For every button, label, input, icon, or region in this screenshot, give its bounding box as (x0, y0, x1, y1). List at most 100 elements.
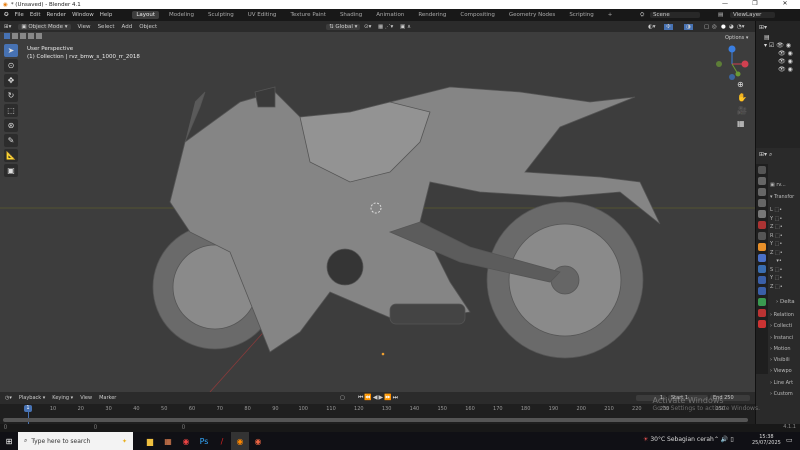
app-red-icon[interactable]: / (213, 432, 231, 450)
scene-tab-icon[interactable] (758, 210, 766, 218)
playhead[interactable]: 1 (24, 405, 32, 412)
minimize-button[interactable]: — (710, 0, 740, 7)
panel-viewport-display[interactable]: › Viewpo (770, 368, 792, 374)
perspective-toggle-icon[interactable]: ▦ (737, 119, 747, 128)
texture-tab-icon[interactable] (758, 320, 766, 328)
view-layer-selector[interactable]: ViewLayer (730, 12, 775, 18)
collection-tab-icon[interactable] (758, 232, 766, 240)
mode-selector[interactable]: ▣ Object Mode ▾ (18, 23, 71, 30)
editor-type-icon[interactable]: ⊞▾ (759, 151, 767, 158)
menu-render[interactable]: Render (46, 12, 66, 18)
menu-object[interactable]: Object (139, 24, 157, 30)
auto-key-icon[interactable]: ▢ (340, 395, 345, 401)
tab-rendering[interactable]: Rendering (414, 11, 450, 19)
panel-motion[interactable]: › Motion (770, 346, 791, 352)
rotate-tool-icon[interactable]: ↻ (4, 89, 18, 102)
menu-keying[interactable]: Keying ▾ (52, 395, 73, 401)
object-row[interactable]: 👁 ◉ (764, 58, 800, 66)
tab-shading[interactable]: Shading (336, 11, 366, 19)
blender-menu-icon[interactable]: ✪ (4, 12, 9, 18)
editor-type-icon[interactable]: ◷▾ (5, 395, 12, 401)
scale-tool-icon[interactable]: ⬚ (4, 104, 18, 117)
maximize-button[interactable]: ❐ (740, 0, 770, 7)
close-button[interactable]: ✕ (770, 0, 800, 7)
constraints-tab-icon[interactable] (758, 287, 766, 295)
overlay-toggle-icon[interactable]: ◑ (684, 23, 693, 30)
navigation-gizmo[interactable] (716, 45, 749, 81)
data-tab-icon[interactable] (758, 298, 766, 306)
particles-tab-icon[interactable] (758, 265, 766, 273)
shading-rendered-icon[interactable]: ◔▾ (737, 24, 745, 30)
measure-tool-icon[interactable]: 📐 (4, 149, 18, 162)
clock[interactable]: 15:38 25/07/2025 (752, 434, 781, 446)
menu-file[interactable]: File (15, 12, 24, 18)
gizmo-toggle-icon[interactable]: ✣ (664, 23, 673, 30)
annotate-tool-icon[interactable]: ✎ (4, 134, 18, 147)
object-row[interactable]: 👁 ◉ (764, 50, 800, 58)
modifiers-tab-icon[interactable] (758, 254, 766, 262)
cursor-tool-icon[interactable]: ⊙ (4, 59, 18, 72)
xray-icon[interactable]: ▢ (704, 24, 709, 30)
transform-fields[interactable]: L ⬚• Y ⬚• Z ⬚• R ⬚• Y ⬚• Z ⬚• ▾• S ⬚• Y … (770, 206, 783, 291)
tab-animation[interactable]: Animation (372, 11, 408, 19)
orientation-selector[interactable]: ⇅ Global ▾ (326, 23, 361, 30)
panel-visibility[interactable]: › Visibili (770, 357, 790, 363)
editor-type-icon[interactable]: ⊞▾ (4, 24, 11, 30)
chrome-profile-icon[interactable]: ◉ (249, 432, 267, 450)
object-name-field[interactable]: ▣ rv... (770, 182, 786, 188)
transform-panel-header[interactable]: ▾ Transfor (770, 194, 794, 200)
proportional-edit-icon[interactable]: ▣ ∧ (400, 24, 411, 30)
outliner[interactable]: ⊞▾ ▤ ▾ ☑ 👁 ◉ 👁 ◉ 👁 ◉ 👁 ◉ (755, 21, 800, 148)
pivot-icon[interactable]: ⊙▾ (364, 24, 371, 30)
panel-line-art[interactable]: › Line Art (770, 380, 793, 386)
tool-tab-icon[interactable] (758, 166, 766, 174)
snap-icon[interactable]: ▦ ⋰▾ (378, 24, 393, 30)
tab-layout[interactable]: Layout (132, 11, 160, 19)
menu-add[interactable]: Add (122, 24, 133, 30)
menu-view[interactable]: View (78, 24, 91, 30)
object-tab-icon[interactable] (758, 243, 766, 251)
visibility-icon[interactable]: ◐▾ (648, 24, 656, 30)
taskbar-search[interactable]: ⌕ Type here to search ✦ (18, 432, 133, 450)
physics-tab-icon[interactable] (758, 276, 766, 284)
notification-icon[interactable]: ▭ (786, 436, 793, 444)
panel-relations[interactable]: › Relation (770, 312, 794, 318)
material-tab-icon[interactable] (758, 309, 766, 317)
3d-viewport[interactable]: User Perspective (1) Collection | rvz_bm… (0, 32, 755, 392)
app-icon[interactable]: ▦ (159, 432, 177, 450)
blender-taskbar-icon[interactable]: ◉ (231, 432, 249, 450)
panel-instancing[interactable]: › Instanci (770, 335, 793, 341)
move-tool-icon[interactable]: ✥ (4, 74, 18, 87)
panel-delta[interactable]: › Delta (776, 299, 795, 305)
weather-widget[interactable]: ☀ 30°C Sebagian cerah (643, 436, 714, 443)
properties-editor[interactable]: ⊞▾ ⌕ ▣ rv... ▾ Transfor L ⬚• Y ⬚• Z ⬚• R… (755, 148, 800, 428)
chrome-icon[interactable]: ◉ (177, 432, 195, 450)
pan-view-icon[interactable]: ✋ (737, 93, 747, 102)
search-icon[interactable]: ⌕ (769, 151, 772, 158)
menu-select[interactable]: Select (98, 24, 115, 30)
windows-start-icon[interactable]: ⊞ (0, 432, 18, 450)
system-tray-icons[interactable]: ⌃ 🔊 ▯ (714, 436, 734, 443)
photoshop-icon[interactable]: Ps (195, 432, 213, 450)
menu-window[interactable]: Window (72, 12, 94, 18)
add-cube-tool-icon[interactable]: ▣ (4, 164, 18, 177)
world-tab-icon[interactable] (758, 221, 766, 229)
add-workspace-button[interactable]: + (604, 11, 617, 19)
select-tool-icon[interactable]: ➤ (4, 44, 18, 57)
tab-texture-paint[interactable]: Texture Paint (286, 11, 330, 19)
zoom-view-icon[interactable]: ⊕ (737, 80, 747, 89)
panel-collections[interactable]: › Collecti (770, 323, 792, 329)
tab-modeling[interactable]: Modeling (165, 11, 198, 19)
tab-compositing[interactable]: Compositing (456, 11, 498, 19)
filter-icon[interactable]: ⊞▾ (759, 24, 767, 31)
camera-view-icon[interactable]: 🎥 (737, 106, 747, 115)
shading-material-icon[interactable]: ◕ (729, 24, 734, 30)
playback-controls[interactable]: ⏮⏪◀▶⏩⏭ (358, 394, 399, 402)
shading-solid-icon[interactable]: ● (721, 24, 726, 30)
tab-uv-editing[interactable]: UV Editing (244, 11, 281, 19)
output-tab-icon[interactable] (758, 188, 766, 196)
menu-view[interactable]: View (80, 395, 92, 401)
view-layer-tab-icon[interactable] (758, 199, 766, 207)
timeline-scrollbar[interactable] (3, 418, 748, 422)
menu-help[interactable]: Help (100, 12, 113, 18)
